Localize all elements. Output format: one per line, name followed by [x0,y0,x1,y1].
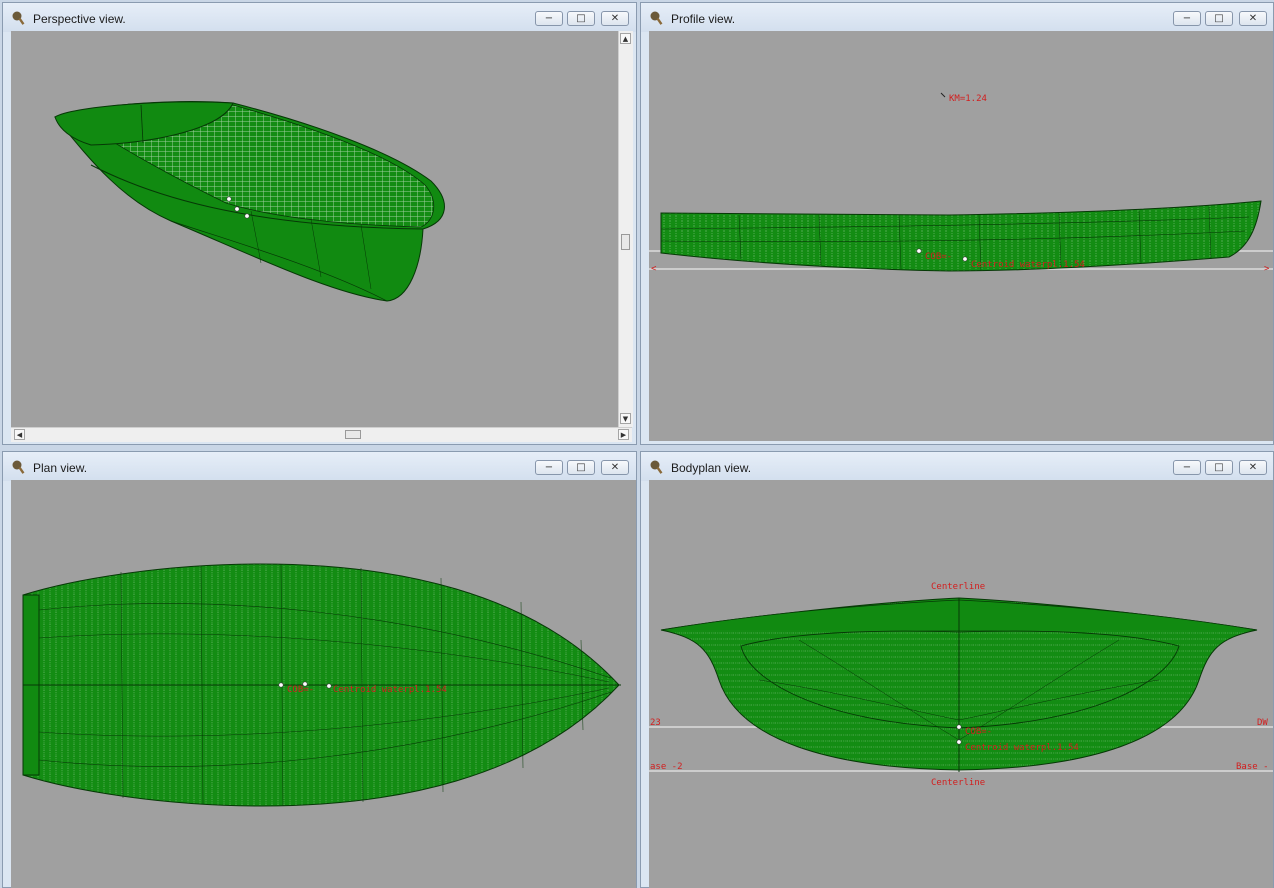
window-title: Perspective view. [33,12,126,26]
centerline-bottom-label: Centerline [931,778,985,788]
plan-viewport[interactable]: COB=- Centroid waterpl.1.54 [11,480,636,888]
maximize-button[interactable]: □ [1205,11,1233,26]
profile-window: Profile view. − □ ✕ COB=- Centroid water… [640,2,1274,445]
minimize-icon: − [544,461,554,473]
dwl-right-label: DW [1257,718,1268,728]
window-title: Bodyplan view. [671,461,752,475]
perspective-hull-drawing [54,101,445,302]
perspective-viewport[interactable] [11,31,618,427]
scroll-down-button[interactable]: ▼ [620,413,631,424]
cob-label: COB=- [965,727,992,737]
close-button[interactable]: ✕ [601,460,629,475]
cob-label: COB=- [287,685,314,695]
maximize-icon: □ [576,461,586,473]
vertical-scrollbar[interactable]: ▲ ▼ [618,31,633,427]
base-left-label: ase -2 [650,762,683,772]
profile-hull-drawing: COB=- Centroid waterpl.1.54 KM=1.24 < > [649,92,1273,274]
minimize-button[interactable]: − [535,460,563,475]
window-title: Plan view. [33,461,88,475]
scroll-up-button[interactable]: ▲ [620,33,631,44]
window-title: Profile view. [671,12,736,26]
bodyplan-window: Bodyplan view. − □ ✕ COB=- Centroid wate… [640,451,1274,888]
arrow-up-icon: ▲ [622,34,629,43]
close-button[interactable]: ✕ [601,11,629,26]
minimize-button[interactable]: − [1173,11,1201,26]
left-marker: < [651,264,657,274]
maximize-button[interactable]: □ [1205,460,1233,475]
view-icon [650,460,663,474]
maximize-icon: □ [576,12,586,24]
view-icon [650,11,663,25]
close-icon: ✕ [610,461,620,473]
centroid-label: Centroid waterpl.1.54 [971,260,1085,270]
scroll-thumb-horizontal[interactable] [345,430,361,439]
maximize-button[interactable]: □ [567,460,595,475]
scroll-left-button[interactable]: ◀ [14,429,25,440]
arrow-right-icon: ▶ [620,430,627,439]
plan-titlebar[interactable]: Plan view. − □ ✕ [3,452,636,481]
cob-label: COB=- [925,252,952,262]
view-icon [12,11,25,25]
bodyplan-viewport[interactable]: COB=- Centroid waterpl.1.54 Centerline C… [649,480,1273,888]
bodyplan-titlebar[interactable]: Bodyplan view. − □ ✕ [641,452,1273,481]
right-marker: > [1264,264,1270,274]
maximize-button[interactable]: □ [567,11,595,26]
minimize-icon: − [1182,12,1192,24]
minimize-icon: − [1182,461,1192,473]
plan-window: Plan view. − □ ✕ COB=- Centroid waterpl.… [2,451,637,888]
centroid-label: Centroid waterpl.1.54 [333,685,447,695]
maximize-icon: □ [1214,461,1224,473]
profile-titlebar[interactable]: Profile view. − □ ✕ [641,3,1273,32]
arrow-down-icon: ▼ [622,414,629,423]
maximize-icon: □ [1214,12,1224,24]
profile-viewport[interactable]: COB=- Centroid waterpl.1.54 KM=1.24 < > [649,31,1273,441]
perspective-window: Perspective view. − □ ✕ ▲ ▼ ◀ ▶ [2,2,637,445]
view-icon [12,460,25,474]
minimize-button[interactable]: − [535,11,563,26]
scroll-thumb-vertical[interactable] [621,234,630,250]
centroid-label: Centroid waterpl.1.54 [965,743,1079,753]
minimize-button[interactable]: − [1173,460,1201,475]
close-icon: ✕ [1248,12,1258,24]
perspective-titlebar[interactable]: Perspective view. − □ ✕ [3,3,636,32]
dwl-left-label: 23 [650,718,661,728]
scroll-right-button[interactable]: ▶ [618,429,629,440]
centerline-top-label: Centerline [931,582,985,592]
plan-hull-drawing: COB=- Centroid waterpl.1.54 [22,563,621,807]
horizontal-scrollbar[interactable]: ◀ ▶ [11,427,632,442]
close-icon: ✕ [610,12,620,24]
close-icon: ✕ [1248,461,1258,473]
bodyplan-hull-drawing: COB=- Centroid waterpl.1.54 Centerline C… [649,582,1273,788]
minimize-icon: − [544,12,554,24]
base-right-label: Base - [1236,762,1269,772]
arrow-left-icon: ◀ [16,430,23,439]
km-label: KM=1.24 [949,94,987,104]
close-button[interactable]: ✕ [1239,460,1267,475]
close-button[interactable]: ✕ [1239,11,1267,26]
